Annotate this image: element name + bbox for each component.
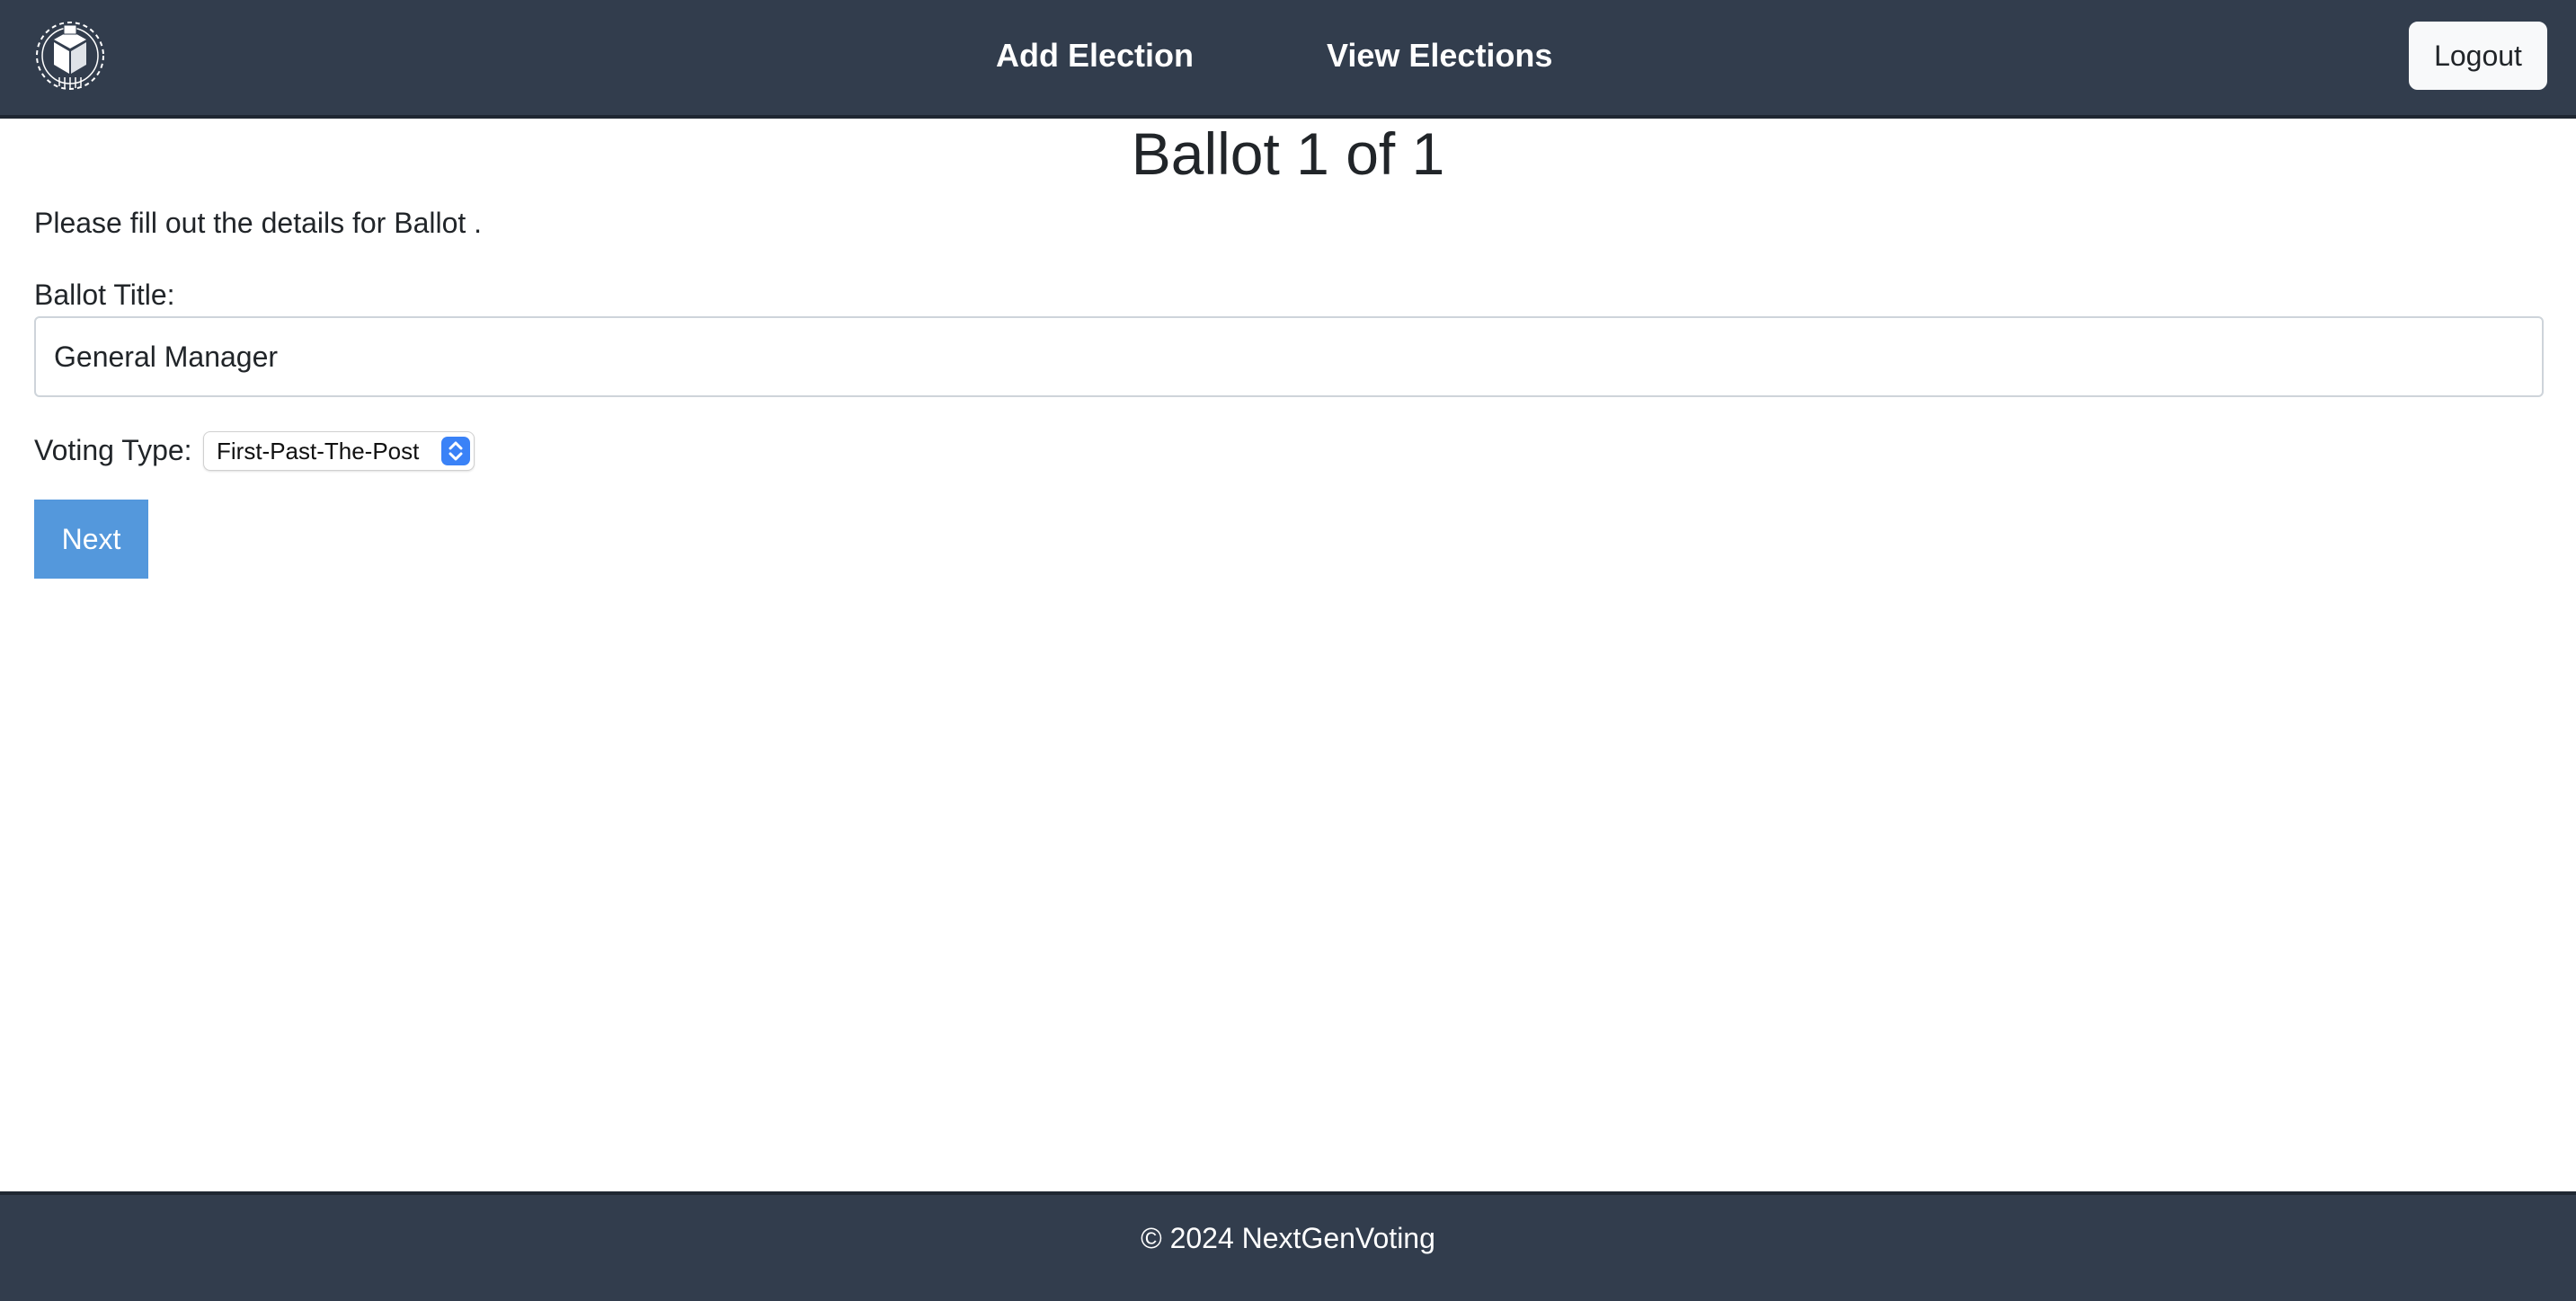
- next-button[interactable]: Next: [34, 500, 148, 579]
- voting-type-label: Voting Type:: [34, 434, 192, 466]
- page-title: Ballot 1 of 1: [1131, 120, 1445, 187]
- footer-copyright: © 2024 NextGenVoting: [1141, 1222, 1435, 1254]
- logout-button[interactable]: Logout: [2409, 22, 2547, 90]
- nav-add-election[interactable]: Add Election: [996, 32, 1194, 79]
- top-navbar: Add Election View Elections Logout: [0, 0, 2576, 119]
- nav-view-elections[interactable]: View Elections: [1327, 32, 1552, 79]
- footer: © 2024 NextGenVoting: [0, 1191, 2576, 1301]
- voting-type-select[interactable]: First-Past-The-Post: [203, 431, 475, 471]
- page: Add Election View Elections Logout Ballo…: [0, 0, 2576, 1301]
- ballot-title-label: Ballot Title:: [34, 279, 175, 311]
- ballot-title-input[interactable]: [34, 316, 2544, 397]
- ballot-box-logo-icon[interactable]: [32, 18, 108, 93]
- chevron-up-down-icon: [441, 437, 470, 465]
- voting-type-selected-value: First-Past-The-Post: [217, 438, 420, 465]
- instructions-text: Please fill out the details for Ballot .: [34, 207, 483, 239]
